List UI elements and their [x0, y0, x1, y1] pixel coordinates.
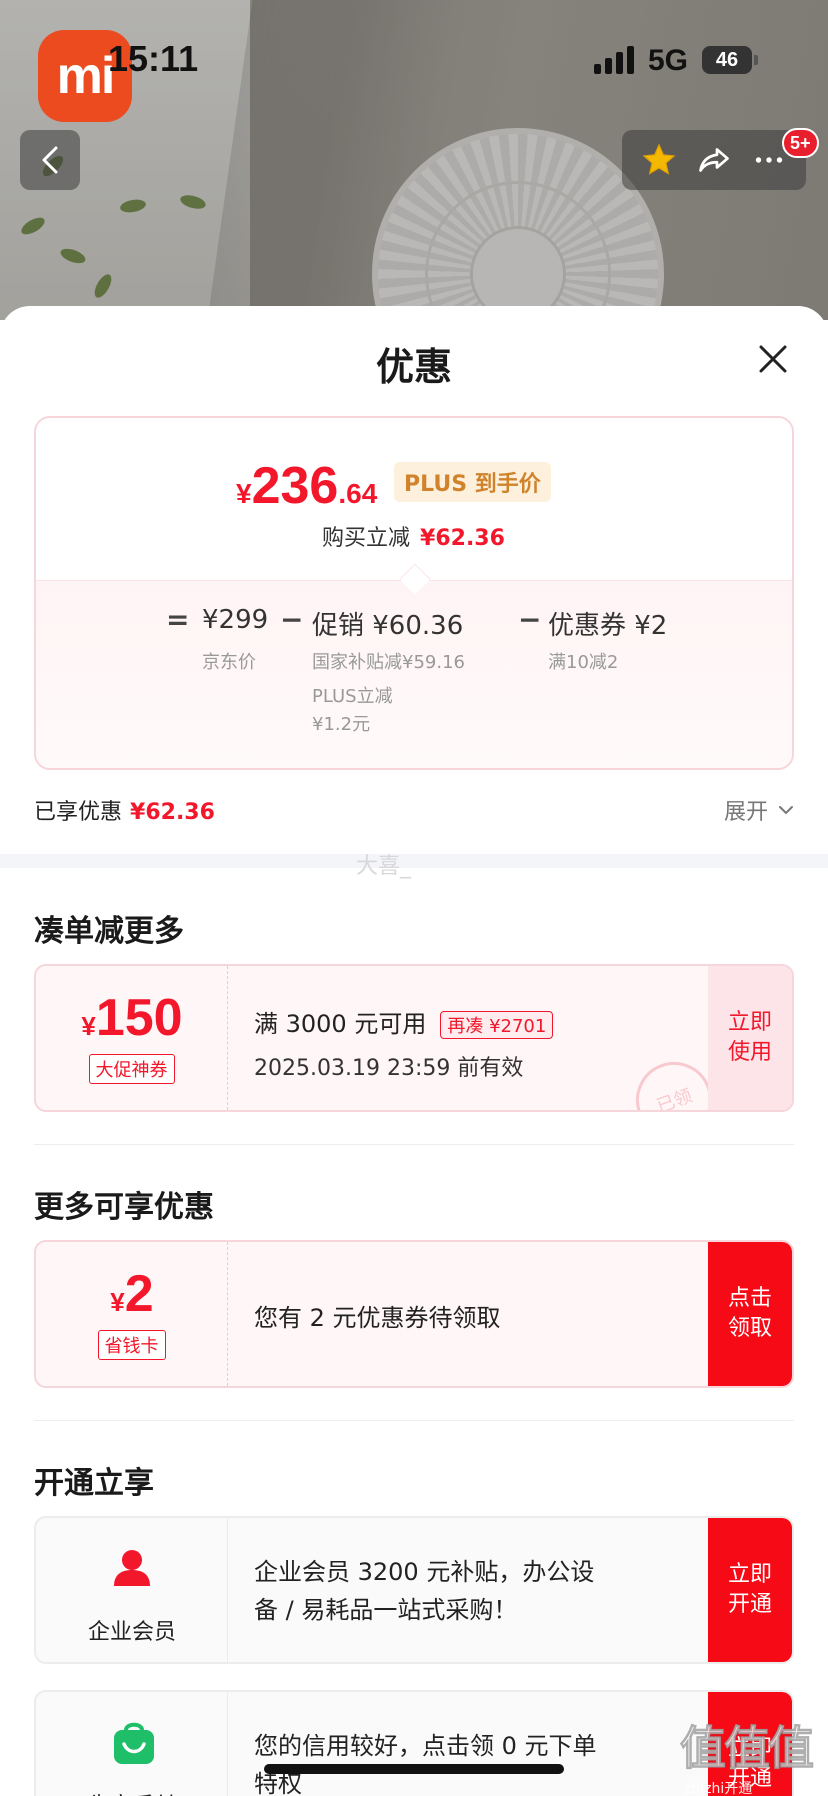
promo-value: 促销 ¥60.36 [312, 611, 464, 641]
home-indicator[interactable] [264, 1764, 564, 1774]
credit-label: 先享后付 [36, 1788, 228, 1796]
coupon-tag: 大促神券 [88, 1054, 175, 1084]
promo-subsidy: 国家补贴减¥59.16 [312, 652, 465, 673]
close-icon[interactable] [756, 342, 790, 376]
plus-price-tag: PLUS 到手价 [394, 462, 551, 502]
section-title-more: 更多可享优惠 [34, 1190, 214, 1225]
expand-button[interactable]: 展开 [724, 794, 794, 826]
coupon-value: 优惠券 ¥2 [548, 611, 668, 641]
final-price: ¥236.64 [236, 457, 378, 515]
share-icon[interactable] [696, 142, 732, 178]
back-button[interactable] [20, 130, 80, 190]
saver-coupon-card: ¥2 省钱卡 您有 2 元优惠券待领取 点击 领取 [34, 1240, 794, 1388]
coupon-tag: 省钱卡 [97, 1330, 166, 1360]
promo-plus-cut: PLUS立减 [312, 686, 393, 707]
user-watermark: 大喜_ [356, 854, 412, 879]
chevron-down-icon [779, 806, 793, 815]
discount-sheet: 优惠 ¥236.64 PLUS 到手价 购买立减 ¥62.36 = ¥299 京东… [0, 306, 828, 1796]
price-breakdown: = ¥299 京东价 − 促销 ¥60.36 国家补贴减¥59.16 PLUS立… [36, 580, 792, 768]
promo-plus-cut-value: ¥1.2元 [312, 714, 371, 735]
notification-badge: 5+ [782, 128, 819, 158]
top-actions [622, 130, 806, 190]
enterprise-text-2: 备 / 易耗品一站式采购！ [254, 1596, 518, 1624]
equals-sign: = [166, 603, 190, 636]
enterprise-text-1: 企业会员 3200 元补贴，办公设 [254, 1558, 595, 1586]
network-type: 5G [648, 44, 689, 77]
sheet-title: 优惠 [375, 345, 452, 389]
coupon-expiry: 2025.03.19 23:59 前有效 [254, 1056, 524, 1081]
claim-button[interactable]: 点击 领取 [708, 1242, 792, 1386]
base-price-label: 京东价 [202, 652, 256, 673]
bundle-coupon-card: ¥150 大促神券 满 3000 元可用 再凑 ¥2701 2025.03.19 … [34, 964, 794, 1112]
addon-badge: 再凑 ¥2701 [440, 1011, 554, 1039]
star-icon[interactable] [641, 142, 677, 178]
price-card: ¥236.64 PLUS 到手价 购买立减 ¥62.36 = ¥299 京东价 −… [34, 416, 794, 770]
use-now-button[interactable]: 立即 使用 [708, 966, 792, 1110]
coupon-rule: 满10减2 [548, 652, 619, 673]
status-bar: mi 15:11 5G 46 [0, 0, 828, 122]
site-watermark: 值值值 zhizhi开通 [680, 1721, 815, 1796]
more-icon[interactable] [751, 142, 787, 178]
shopping-bag-icon [114, 1722, 154, 1764]
user-icon [114, 1550, 150, 1586]
minus-sign: − [280, 603, 304, 636]
coupon-amount: ¥150 [81, 989, 183, 1047]
minus-sign: − [518, 603, 542, 636]
instant-cut: 购买立减 ¥62.36 [322, 526, 505, 551]
saved-value: ¥62.36 [130, 800, 215, 825]
battery-icon: 46 [702, 46, 752, 74]
status-time: 15:11 [108, 38, 199, 79]
open-enterprise-button[interactable]: 立即 开通 [708, 1518, 792, 1662]
section-title-open: 开通立享 [34, 1466, 154, 1501]
base-price: ¥299 [202, 605, 269, 635]
coupon-condition: 满 3000 元可用 再凑 ¥2701 [254, 1004, 554, 1039]
signal-icon [594, 46, 636, 74]
enterprise-member-card: 企业会员 企业会员 3200 元补贴，办公设 备 / 易耗品一站式采购！ 立即开… [34, 1516, 794, 1664]
section-divider [0, 854, 828, 868]
section-title-bundle: 凑单减更多 [34, 914, 184, 949]
coupon-description: 您有 2 元优惠券待领取 [254, 1304, 501, 1332]
saved-row: 已享优惠 ¥62.36 展开 [34, 790, 794, 830]
coupon-amount: ¥2 [110, 1265, 154, 1323]
chevron-left-icon [42, 146, 58, 174]
credit-text-1: 您的信用较好，点击领 0 元下单 [254, 1732, 597, 1760]
enterprise-label: 企业会员 [87, 1620, 176, 1645]
